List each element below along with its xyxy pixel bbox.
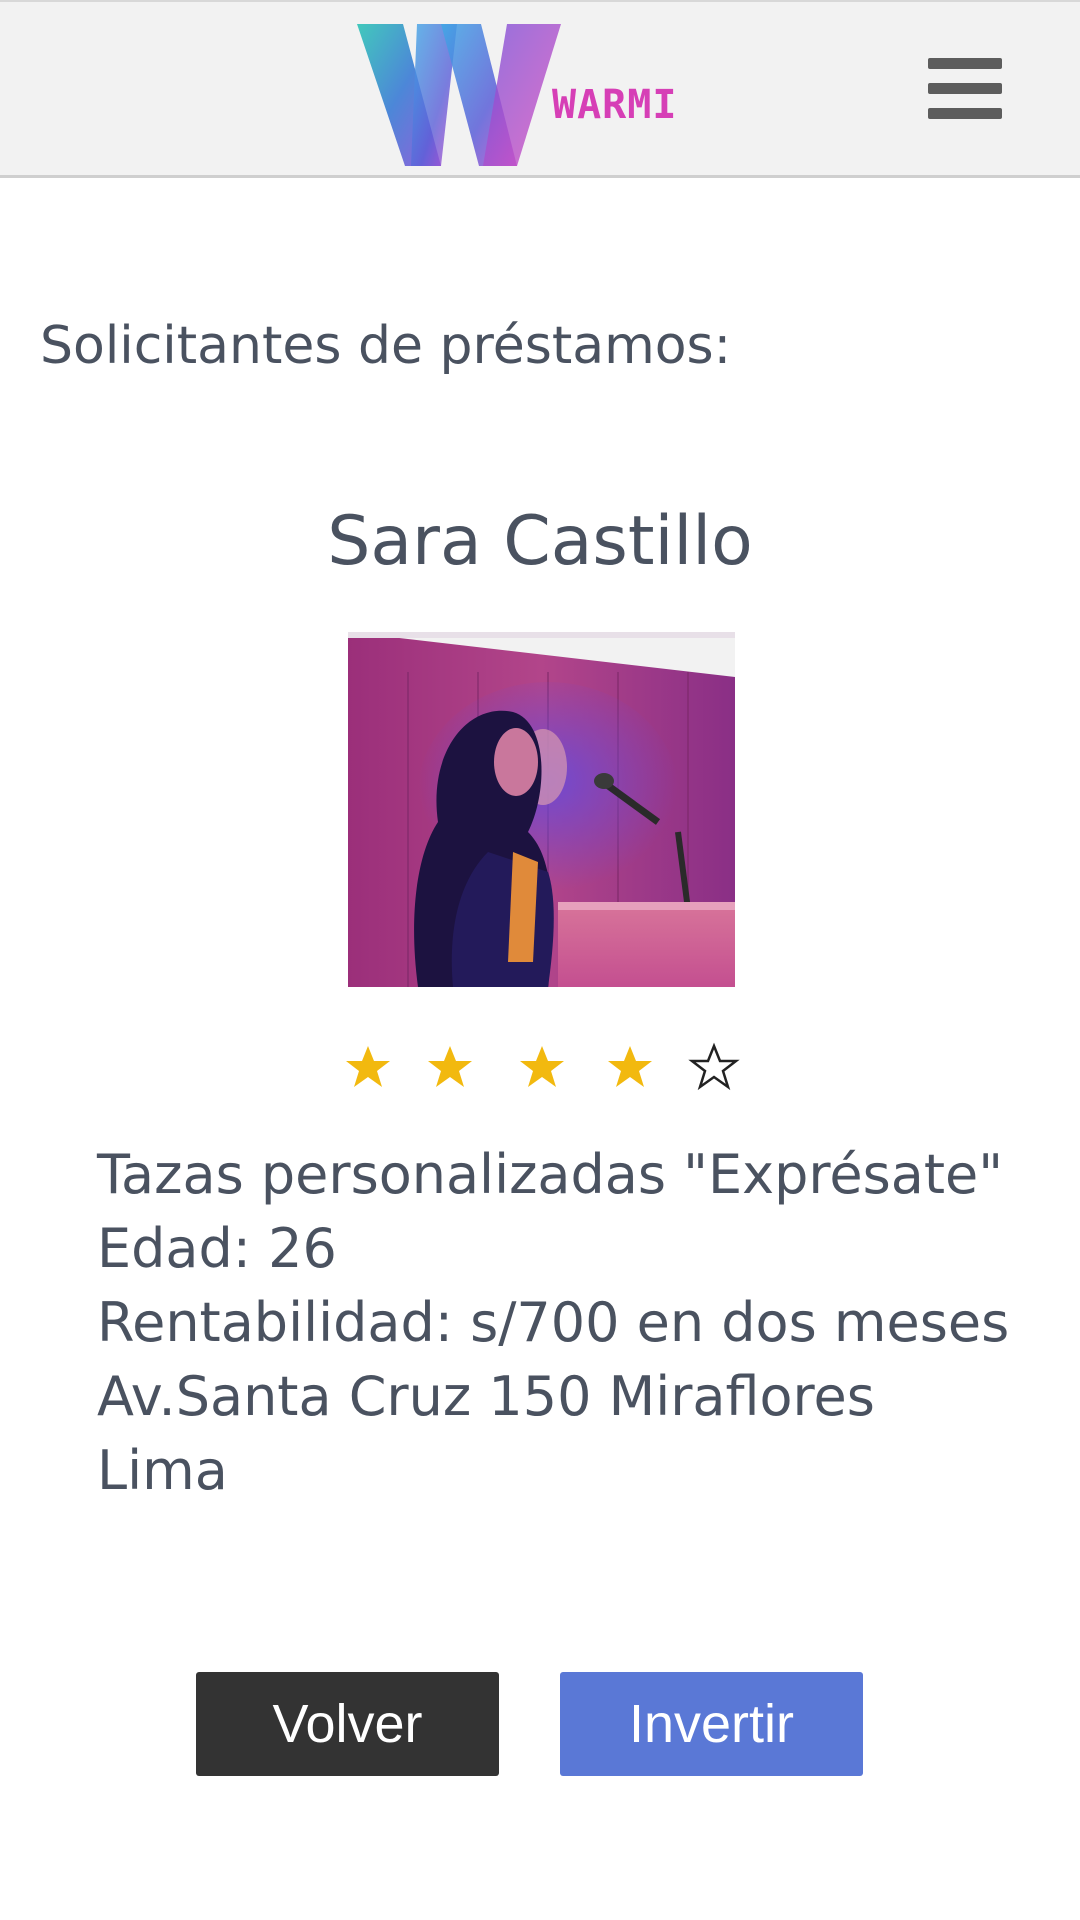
star-filled-icon <box>520 1046 564 1087</box>
profitability: Rentabilidad: s/700 en dos meses <box>97 1291 1010 1354</box>
applicant-name: Sara Castillo <box>327 502 753 581</box>
menu-bar <box>928 58 1002 69</box>
star-filled-icon <box>608 1046 652 1087</box>
invest-button[interactable]: Invertir <box>560 1672 863 1776</box>
business-name: Tazas personalizadas "Exprésate" <box>97 1143 1004 1206</box>
back-button[interactable]: Volver <box>196 1672 499 1776</box>
rating-stars <box>0 1042 1080 1098</box>
hamburger-menu-icon[interactable] <box>924 54 1006 124</box>
city: Lima <box>97 1439 228 1502</box>
menu-bar <box>928 108 1002 119</box>
menu-bar <box>928 83 1002 94</box>
star-filled-icon <box>346 1046 390 1087</box>
section-title: Solicitantes de préstamos: <box>40 316 732 376</box>
applicant-details: Tazas personalizadas "Exprésate" Edad: 2… <box>97 1138 1009 1508</box>
address: Av.Santa Cruz 150 Miraflores <box>97 1365 875 1428</box>
star-empty-icon <box>688 1042 740 1091</box>
app-header: WARMI <box>0 0 1080 178</box>
star-filled-icon <box>428 1046 472 1087</box>
applicant-photo <box>348 632 735 987</box>
age: Edad: 26 <box>97 1217 337 1280</box>
logo-text: WARMI <box>552 82 678 128</box>
